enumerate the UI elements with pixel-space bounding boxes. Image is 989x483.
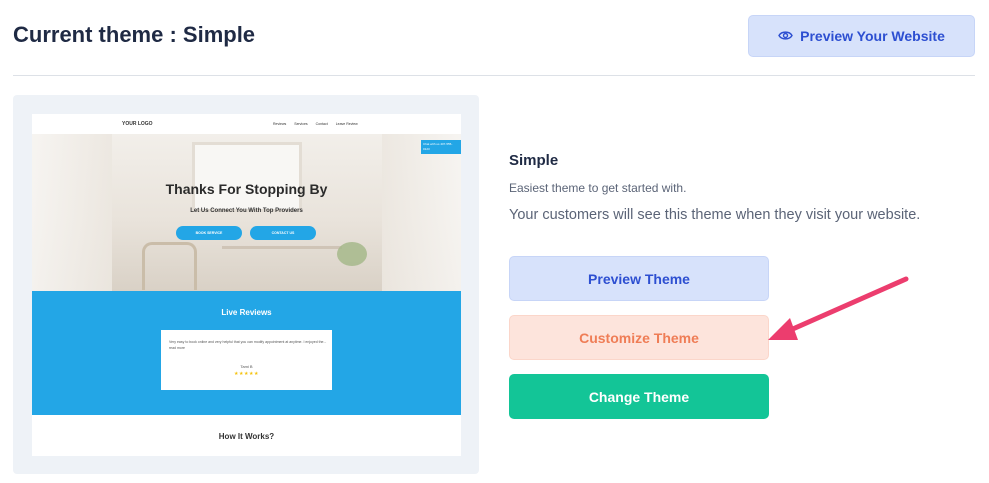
thumbnail-contact-button: CONTACT US [250, 226, 316, 240]
theme-thumbnail[interactable]: YOUR LOGO Reviews Services Contact Leave… [32, 114, 461, 456]
thumbnail-review-author: Tami B [240, 364, 253, 369]
thumbnail-contact-badge: Chat with us 407-555-0123 [421, 140, 461, 154]
thumbnail-navbar: YOUR LOGO Reviews Services Contact Leave… [32, 114, 461, 134]
thumbnail-nav-link: Reviews [273, 122, 287, 126]
theme-name: Simple [509, 152, 559, 169]
thumbnail-nav-links: Reviews Services Contact Leave Review [273, 122, 358, 126]
preview-website-label: Preview Your Website [800, 28, 945, 44]
thumbnail-hero: Chat with us 407-555-0123 Thanks For Sto… [32, 134, 461, 291]
change-theme-button[interactable]: Change Theme [509, 374, 769, 419]
thumbnail-logo: YOUR LOGO [122, 121, 153, 127]
header-divider [13, 75, 975, 76]
thumbnail-review-card: Very easy to book online and very helpfu… [161, 330, 332, 390]
theme-description: Easiest theme to get started with. [509, 181, 687, 195]
preview-website-button[interactable]: Preview Your Website [748, 15, 975, 57]
thumbnail-reviews-title: Live Reviews [221, 308, 272, 317]
hero-table-graphic [222, 246, 342, 276]
eye-icon [778, 28, 793, 44]
customize-theme-button[interactable]: Customize Theme [509, 315, 769, 360]
thumbnail-hero-title: Thanks For Stopping By [165, 181, 328, 197]
thumbnail-how-it-works: How It Works? [218, 432, 275, 441]
thumbnail-reviews-section: Live Reviews Very easy to book online an… [32, 291, 461, 415]
annotation-arrow-icon [768, 276, 909, 340]
thumbnail-hero-subtitle: Let Us Connect You With Top Providers [190, 208, 303, 214]
thumbnail-nav-link: Leave Review [335, 122, 358, 126]
hero-chair-graphic [142, 242, 197, 290]
thumbnail-review-stars: ★★★★★ [234, 371, 259, 377]
thumbnail-book-service-button: BOOK SERVICE [176, 226, 242, 240]
preview-theme-button[interactable]: Preview Theme [509, 256, 769, 301]
thumbnail-nav-link: Services [294, 122, 308, 126]
hero-window-graphic [192, 142, 302, 212]
thumbnail-nav-link: Contact [315, 122, 328, 126]
theme-note: Your customers will see this theme when … [509, 207, 921, 223]
hero-plant-graphic [337, 242, 367, 266]
thumbnail-review-text: Very easy to book online and very helpfu… [169, 340, 327, 350]
page-title: Current theme : Simple [13, 22, 256, 47]
